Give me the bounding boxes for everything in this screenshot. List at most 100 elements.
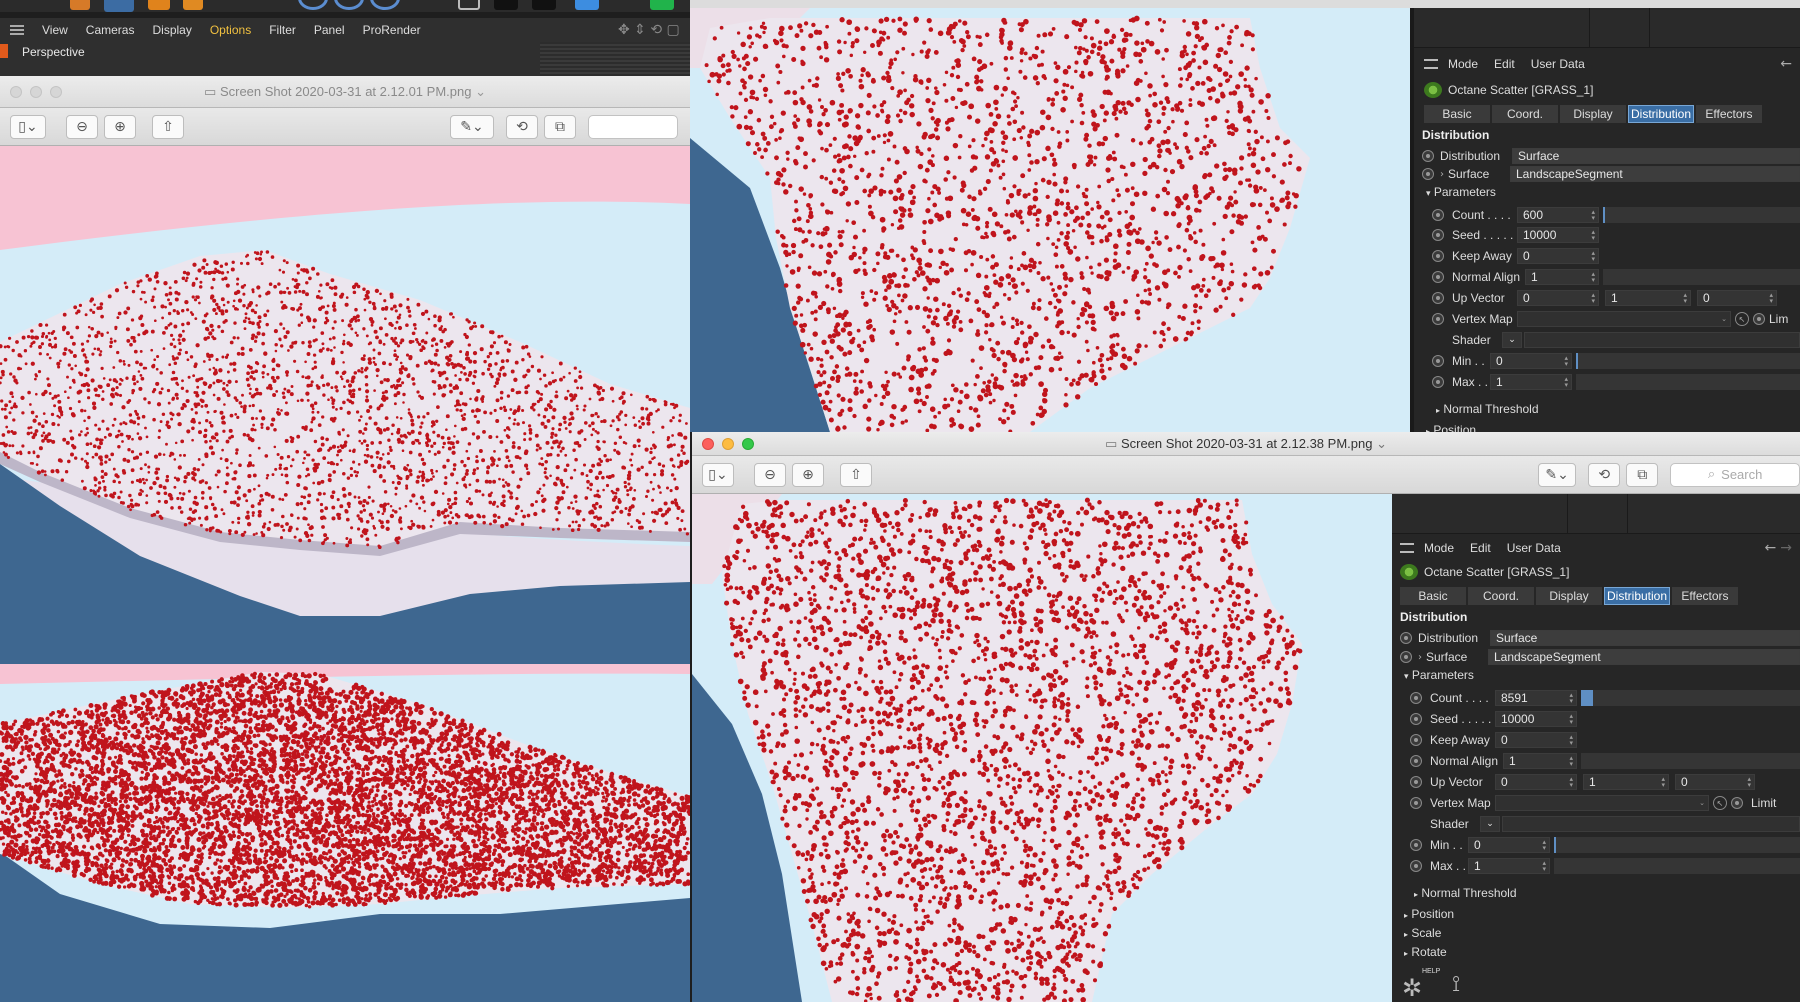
min-input[interactable]: 0 ▴ ▾ (1468, 837, 1550, 853)
menu-options[interactable]: Options (210, 23, 251, 37)
panel-top-menu-userdata[interactable]: User Data (1531, 57, 1585, 71)
toolbox-button[interactable]: ⧉ (1626, 462, 1659, 487)
normalalign-input[interactable]: 1 ▴ ▾ (1503, 753, 1577, 769)
upvector-y-input[interactable]: 1 ▴ ▾ (1605, 290, 1691, 306)
anim-radio[interactable] (1410, 860, 1422, 872)
rotate-button[interactable]: ⟲ (506, 114, 538, 139)
panel-top-menu-edit[interactable]: Edit (1494, 57, 1515, 71)
rotate-button[interactable]: ⟲ (1588, 462, 1621, 487)
keepaway-input[interactable]: 0 ▴ ▾ (1495, 732, 1577, 748)
anim-radio[interactable] (1432, 376, 1444, 388)
tab-effectors[interactable]: Effectors (1672, 587, 1738, 605)
anim-radio[interactable] (1432, 209, 1444, 221)
expand-chevron-icon[interactable]: › (1440, 169, 1444, 180)
back-arrow-icon[interactable]: ← (1780, 56, 1792, 72)
vertexmap-link-field[interactable]: ⌄ (1495, 795, 1709, 811)
expand-chevron-icon[interactable]: › (1418, 652, 1422, 663)
menu-filter[interactable]: Filter (269, 23, 296, 37)
limit-radio[interactable] (1753, 313, 1765, 325)
surface-link-field[interactable]: LandscapeSegment (1510, 166, 1800, 182)
vertexmap-link-field[interactable]: ⌄ (1517, 311, 1731, 327)
distribution-dropdown[interactable]: Surface (1512, 148, 1800, 164)
forward-arrow-icon[interactable]: → (1780, 540, 1792, 556)
hamburger-icon[interactable] (10, 25, 24, 35)
seed-input[interactable]: 10000 ▴ ▾ (1495, 711, 1577, 727)
z-axis-icon[interactable] (370, 0, 400, 10)
position-fold[interactable]: ▸ Position (1404, 907, 1454, 921)
distribution-dropdown[interactable]: Surface (1490, 630, 1800, 646)
min-slider[interactable] (1576, 353, 1800, 369)
shader-link-field[interactable] (1524, 332, 1800, 348)
tab-coord[interactable]: Coord. (1468, 587, 1534, 605)
tab-distribution[interactable]: Distribution (1628, 105, 1694, 123)
search-field-right[interactable]: ⌕ Search (1670, 462, 1800, 487)
scale-fold[interactable]: ▸ Scale (1404, 926, 1441, 940)
tab-distribution[interactable]: Distribution (1604, 587, 1670, 605)
panel-top-menu-mode[interactable]: Mode (1448, 57, 1478, 71)
x-axis-icon[interactable] (298, 0, 328, 10)
anim-radio[interactable] (1422, 168, 1434, 180)
pick-arrow-icon[interactable]: ↖ (1735, 312, 1749, 326)
anim-radio[interactable] (1400, 651, 1412, 663)
menu-panel[interactable]: Panel (314, 23, 345, 37)
min-input[interactable]: 0 ▴ ▾ (1490, 353, 1572, 369)
title-chevron-icon[interactable]: ⌄ (475, 84, 486, 99)
share-button[interactable]: ⇧ (152, 114, 184, 139)
markup-button[interactable]: ✎⌄ (1538, 462, 1577, 487)
anim-radio[interactable] (1410, 797, 1422, 809)
anim-radio[interactable] (1432, 250, 1444, 262)
zoom-in-button[interactable]: ⊕ (792, 462, 824, 487)
tab-basic[interactable]: Basic (1400, 587, 1466, 605)
parameters-fold[interactable]: ▾ Parameters (1426, 185, 1496, 199)
cube-icon[interactable] (575, 0, 599, 10)
y-axis-icon[interactable] (334, 0, 364, 10)
shader-dropdown[interactable]: ⌄ (1502, 332, 1522, 348)
menu-prorender[interactable]: ProRender (363, 23, 421, 37)
upvector-z-input[interactable]: 0 ▴ ▾ (1675, 774, 1755, 790)
anim-radio[interactable] (1410, 692, 1422, 704)
tab-basic[interactable]: Basic (1424, 105, 1490, 123)
count-slider[interactable] (1603, 207, 1800, 223)
anim-radio[interactable] (1410, 713, 1422, 725)
count-input[interactable]: 600 ▴ ▾ (1517, 207, 1599, 223)
tab-effectors[interactable]: Effectors (1696, 105, 1762, 123)
shader-dropdown[interactable]: ⌄ (1480, 816, 1500, 832)
menu-cameras[interactable]: Cameras (86, 23, 135, 37)
move-tool-icon[interactable] (104, 0, 134, 12)
parameters-fold[interactable]: ▾ Parameters (1404, 668, 1474, 682)
zoom-out-button[interactable]: ⊖ (66, 114, 98, 139)
normalalign-slider[interactable] (1581, 753, 1800, 769)
panel-bottom-hamburger-icon[interactable] (1400, 543, 1414, 553)
normal-threshold-fold[interactable]: ▸ Normal Threshold (1414, 886, 1517, 900)
green-tool-icon[interactable] (650, 0, 674, 10)
pick-arrow-icon[interactable]: ↖ (1713, 796, 1727, 810)
play-icon[interactable] (494, 0, 518, 10)
max-input[interactable]: 1 ▴ ▾ (1490, 374, 1572, 390)
position-fold[interactable]: ▸ Position (1426, 423, 1476, 432)
max-slider[interactable] (1554, 858, 1800, 874)
anim-radio[interactable] (1432, 313, 1444, 325)
anim-radio[interactable] (1410, 776, 1422, 788)
markup-button[interactable]: ✎⌄ (450, 114, 494, 139)
upvector-x-input[interactable]: 0 ▴ ▾ (1517, 290, 1599, 306)
toolbox-button[interactable]: ⧉ (544, 114, 576, 139)
search-field-left[interactable] (588, 114, 678, 139)
panel-bottom-menu-mode[interactable]: Mode (1424, 541, 1454, 555)
tab-display[interactable]: Display (1536, 587, 1602, 605)
render-icon[interactable] (458, 0, 480, 10)
anim-radio[interactable] (1410, 755, 1422, 767)
panel-top-hamburger-icon[interactable] (1424, 59, 1438, 69)
count-slider[interactable] (1581, 690, 1800, 706)
anim-radio[interactable] (1422, 150, 1434, 162)
normal-threshold-fold[interactable]: ▸ Normal Threshold (1436, 402, 1539, 416)
sidebar-toggle-button[interactable]: ▯⌄ (10, 114, 46, 139)
help-button[interactable]: ✲ HELP (1402, 968, 1440, 1002)
surface-link-field[interactable]: LandscapeSegment (1488, 649, 1800, 665)
panel-bottom-menu-edit[interactable]: Edit (1470, 541, 1491, 555)
min-slider[interactable] (1554, 837, 1800, 853)
menu-display[interactable]: Display (152, 23, 191, 37)
max-input[interactable]: 1 ▴ ▾ (1468, 858, 1550, 874)
viewport-nav-icons[interactable]: ✥ ⇕ ⟲ ▢ (618, 22, 680, 38)
upvector-x-input[interactable]: 0 ▴ ▾ (1495, 774, 1577, 790)
rotate-fold[interactable]: ▸ Rotate (1404, 945, 1447, 959)
